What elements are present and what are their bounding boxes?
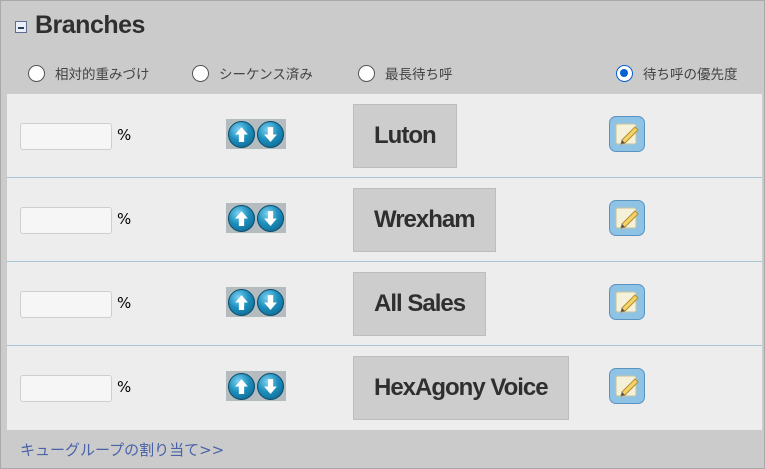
radio-option-sequenced[interactable]: シーケンス済み [192, 59, 313, 87]
distribution-mode-options: 相対的重みづけ シーケンス済み 最長待ち呼 待ち呼の優先度 [1, 59, 764, 87]
table-row: % Wrexham [7, 178, 762, 262]
radio-option-queue-priority[interactable]: 待ち呼の優先度 [616, 59, 738, 87]
percent-sign: % [117, 210, 132, 228]
arrow-down-icon[interactable] [257, 204, 284, 232]
reorder-buttons [226, 287, 286, 317]
edit-pencil-icon[interactable] [609, 284, 645, 320]
collapse-icon[interactable] [15, 21, 27, 33]
reorder-buttons [226, 203, 286, 233]
arrow-down-icon[interactable] [257, 120, 284, 148]
percent-sign: % [117, 294, 132, 312]
panel-title: Branches [35, 10, 145, 39]
percent-input[interactable] [20, 375, 112, 402]
arrow-down-icon[interactable] [257, 288, 284, 316]
branches-list: % Luton % Wrexham % All Sales % HexAgony… [7, 94, 762, 430]
arrow-up-icon[interactable] [228, 120, 255, 148]
radio-button-selected[interactable] [616, 64, 633, 82]
edit-pencil-icon[interactable] [609, 200, 645, 236]
radio-button[interactable] [358, 64, 375, 82]
panel-header: Branches [15, 9, 145, 41]
percent-input[interactable] [20, 123, 112, 150]
percent-sign: % [117, 378, 132, 396]
radio-button[interactable] [192, 64, 209, 82]
radio-label: 最長待ち呼 [385, 67, 453, 83]
radio-label: 相対的重みづけ [55, 67, 150, 83]
branch-name-button[interactable]: HexAgony Voice [353, 356, 569, 420]
table-row: % All Sales [7, 262, 762, 346]
table-row: % Luton [7, 94, 762, 178]
reorder-buttons [226, 119, 286, 149]
radio-label: 待ち呼の優先度 [643, 67, 738, 83]
edit-pencil-icon[interactable] [609, 368, 645, 404]
edit-pencil-icon[interactable] [609, 116, 645, 152]
percent-input[interactable] [20, 291, 112, 318]
radio-button[interactable] [28, 64, 45, 82]
arrow-up-icon[interactable] [228, 204, 255, 232]
radio-label: シーケンス済み [219, 67, 313, 83]
assign-queue-group-link[interactable]: キューグループの割り当て>> [20, 439, 224, 460]
arrow-down-icon[interactable] [257, 372, 284, 400]
radio-option-longest-waiting[interactable]: 最長待ち呼 [358, 59, 453, 87]
radio-option-relative-weighting[interactable]: 相対的重みづけ [28, 59, 150, 87]
percent-input[interactable] [20, 207, 112, 234]
arrow-up-icon[interactable] [228, 372, 255, 400]
reorder-buttons [226, 371, 286, 401]
percent-sign: % [117, 126, 132, 144]
branch-name-button[interactable]: Luton [353, 104, 457, 168]
branch-name-button[interactable]: All Sales [353, 272, 487, 336]
table-row: % HexAgony Voice [7, 346, 762, 430]
branch-name-button[interactable]: Wrexham [353, 188, 496, 252]
arrow-up-icon[interactable] [228, 288, 255, 316]
branches-panel: Branches 相対的重みづけ シーケンス済み 最長待ち呼 待ち呼の優先度 % [0, 0, 765, 469]
